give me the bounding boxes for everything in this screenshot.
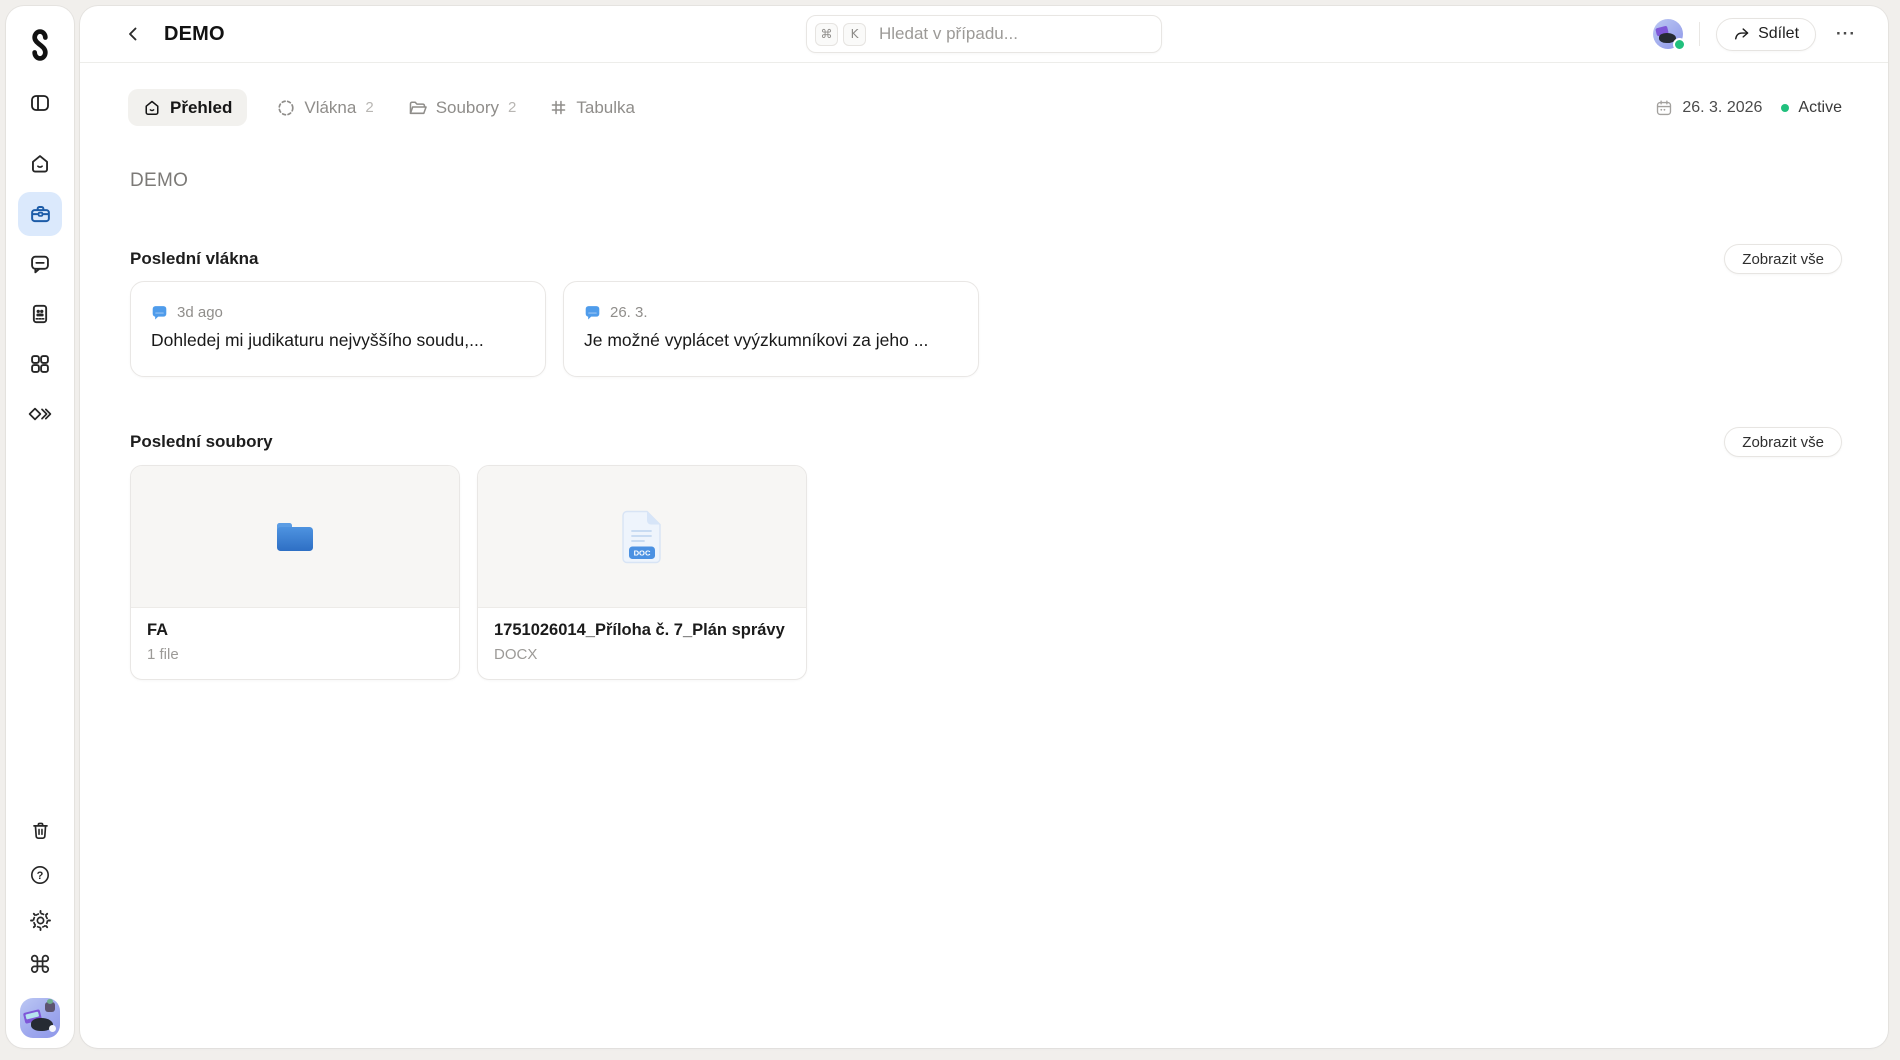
sidebar-toggle-icon[interactable] bbox=[23, 90, 57, 116]
files-show-all-button[interactable]: Zobrazit vše bbox=[1724, 427, 1842, 457]
doc-file-icon: DOC bbox=[620, 510, 664, 564]
sidebar-item-contacts[interactable] bbox=[18, 292, 62, 336]
sidebar-item-apps[interactable] bbox=[18, 342, 62, 386]
back-button[interactable] bbox=[118, 19, 148, 49]
cmd-keycap: ⌘ bbox=[815, 23, 838, 46]
tab-label: Vlákna bbox=[304, 98, 356, 118]
tabs: Přehled Vlákna 2 Soubory 2 bbox=[128, 89, 639, 126]
trash-icon[interactable] bbox=[20, 810, 60, 850]
folder-thumbnail bbox=[131, 466, 459, 608]
case-header: DEMO ⌘ K Sdílet bbox=[80, 6, 1888, 63]
folder-card[interactable]: FA 1 file bbox=[130, 465, 460, 680]
case-meta: 26. 3. 2026 Active bbox=[1655, 99, 1842, 117]
thread-card[interactable]: 26. 3. Je možné vyplácet vyýzkumníkovi z… bbox=[563, 281, 979, 377]
sidebar-item-home[interactable] bbox=[18, 142, 62, 186]
share-button[interactable]: Sdílet bbox=[1716, 18, 1816, 51]
file-name: 1751026014_Příloha č. 7_Plán správy ... bbox=[494, 621, 790, 640]
chat-bubble-icon bbox=[151, 304, 168, 321]
thread-list: 3d ago Dohledej mi judikaturu nejvyššího… bbox=[130, 281, 1842, 377]
page-label: DEMO bbox=[130, 170, 1842, 192]
file-name: FA bbox=[147, 621, 443, 640]
thread-time: 26. 3. bbox=[610, 304, 648, 321]
case-date: 26. 3. 2026 bbox=[1682, 99, 1762, 117]
avatar-mug-shape bbox=[49, 1025, 56, 1032]
sidebar-bottom: ? ⌘ bbox=[20, 810, 60, 1038]
more-options-button[interactable]: ··· bbox=[1830, 20, 1862, 48]
svg-text:?: ? bbox=[37, 870, 44, 882]
search-input[interactable] bbox=[879, 24, 1149, 44]
share-button-label: Sdílet bbox=[1758, 25, 1799, 43]
thread-title: Je možné vyplácet vyýzkumníkovi za jeho … bbox=[584, 330, 958, 351]
document-thumbnail: DOC bbox=[478, 466, 806, 608]
folder-icon bbox=[408, 99, 427, 117]
overview-content: DEMO Poslední vlákna Zobrazit vše 3d ago bbox=[80, 126, 1888, 1048]
tab-files[interactable]: Soubory 2 bbox=[404, 89, 521, 126]
threads-show-all-button[interactable]: Zobrazit vše bbox=[1724, 244, 1842, 274]
file-meta: 1 file bbox=[147, 646, 443, 663]
home-icon bbox=[143, 99, 161, 117]
app-window: ? ⌘ bbox=[0, 0, 1900, 1060]
settings-gear-icon[interactable] bbox=[20, 900, 60, 940]
chat-bubble-icon bbox=[584, 304, 601, 321]
calendar-icon bbox=[1655, 99, 1673, 117]
tab-label: Tabulka bbox=[576, 98, 635, 118]
sidebar-nav bbox=[18, 142, 62, 436]
doc-badge-label: DOC bbox=[634, 548, 651, 557]
header-actions: Sdílet ··· bbox=[1653, 18, 1862, 51]
help-icon[interactable]: ? bbox=[20, 855, 60, 895]
tab-threads[interactable]: Vlákna 2 bbox=[273, 89, 377, 126]
command-shortcuts-icon[interactable]: ⌘ bbox=[20, 945, 60, 985]
online-status-dot bbox=[1673, 38, 1686, 51]
thread-card[interactable]: 3d ago Dohledej mi judikaturu nejvyššího… bbox=[130, 281, 546, 377]
search-bar[interactable]: ⌘ K bbox=[806, 15, 1162, 53]
thread-title: Dohledej mi judikaturu nejvyššího soudu,… bbox=[151, 330, 525, 351]
threads-section-header: Poslední vlákna Zobrazit vše bbox=[130, 244, 1842, 274]
tab-label: Přehled bbox=[170, 98, 232, 118]
main-panel: DEMO ⌘ K Sdílet bbox=[80, 6, 1888, 1048]
header-divider bbox=[1699, 22, 1700, 46]
avatar-plant-shape bbox=[45, 1002, 55, 1012]
tab-table[interactable]: Tabulka bbox=[546, 89, 639, 126]
file-info: FA 1 file bbox=[131, 608, 459, 663]
folder-blue-icon bbox=[274, 520, 316, 554]
hash-grid-icon bbox=[550, 99, 567, 116]
tab-bar: Přehled Vlákna 2 Soubory 2 bbox=[128, 89, 1842, 126]
case-status: Active bbox=[1798, 99, 1842, 117]
thread-time: 3d ago bbox=[177, 304, 223, 321]
file-list: FA 1 file DOC bbox=[130, 465, 1842, 680]
share-icon bbox=[1733, 26, 1750, 42]
header-user-avatar[interactable] bbox=[1653, 19, 1683, 49]
k-keycap: K bbox=[843, 23, 866, 46]
sidebar: ? ⌘ bbox=[6, 6, 74, 1048]
dashed-circle-icon bbox=[277, 99, 295, 117]
tab-overview[interactable]: Přehled bbox=[128, 89, 247, 126]
sidebar-item-chat[interactable] bbox=[18, 242, 62, 286]
sidebar-item-shapes[interactable] bbox=[18, 392, 62, 436]
document-card[interactable]: DOC 1751026014_Příloha č. 7_Plán správy … bbox=[477, 465, 807, 680]
files-section-title: Poslední soubory bbox=[130, 432, 273, 452]
app-logo-icon bbox=[25, 30, 55, 60]
case-title: DEMO bbox=[164, 23, 225, 46]
thread-card-top: 3d ago bbox=[151, 304, 525, 321]
chevron-left-icon bbox=[124, 25, 142, 43]
active-status-dot bbox=[1781, 104, 1789, 112]
file-info: 1751026014_Příloha č. 7_Plán správy ... … bbox=[478, 608, 806, 663]
threads-section-title: Poslední vlákna bbox=[130, 249, 259, 269]
tab-count: 2 bbox=[365, 99, 373, 116]
sidebar-item-case[interactable] bbox=[18, 192, 62, 236]
user-avatar[interactable] bbox=[20, 998, 60, 1038]
tab-label: Soubory bbox=[436, 98, 499, 118]
file-meta: DOCX bbox=[494, 646, 790, 663]
tab-count: 2 bbox=[508, 99, 516, 116]
thread-card-top: 26. 3. bbox=[584, 304, 958, 321]
files-section-header: Poslední soubory Zobrazit vše bbox=[130, 427, 1842, 457]
